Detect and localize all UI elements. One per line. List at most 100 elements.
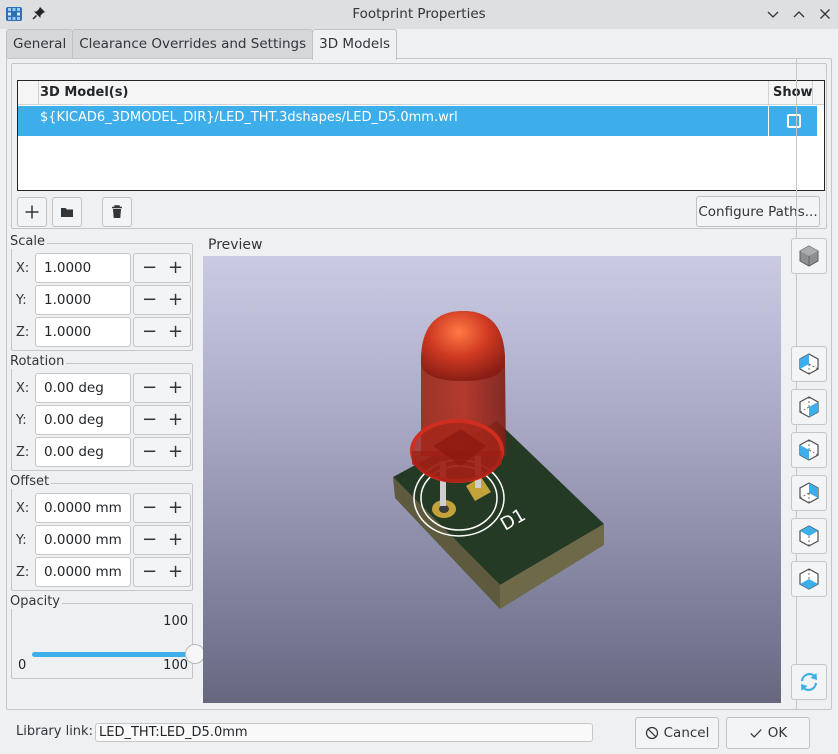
increment-button[interactable]: + — [168, 289, 183, 311]
increment-button[interactable]: + — [168, 441, 183, 463]
pad-hole — [439, 505, 449, 513]
increment-button[interactable]: + — [168, 321, 183, 343]
folder-icon — [61, 208, 73, 217]
configure-paths-button[interactable]: Configure Paths... — [696, 196, 820, 227]
view-back-icon — [799, 482, 819, 504]
view-front-button[interactable] — [791, 432, 827, 468]
tab-bar: General Clearance Overrides and Settings… — [6, 29, 397, 60]
rotation-y-spinner: − + — [133, 405, 191, 435]
cancel-button[interactable]: Cancel — [635, 717, 719, 749]
column-header-show[interactable]: Show — [768, 81, 813, 105]
increment-button[interactable]: + — [168, 561, 183, 583]
delete-model-button[interactable] — [102, 197, 132, 227]
opacity-group: 100 0 100 — [11, 603, 205, 679]
library-link-field[interactable]: LED_THT:LED_D5.0mm — [95, 723, 593, 742]
trash-icon — [112, 205, 122, 218]
show-checkbox[interactable] — [787, 114, 801, 128]
rotation-x-input[interactable]: 0.00 deg — [35, 373, 131, 403]
offset-x-spinner: − + — [133, 493, 191, 523]
tab-general[interactable]: General — [6, 29, 74, 58]
scale-z-spinner: − + — [133, 317, 191, 347]
scale-y-input[interactable]: 1.0000 — [35, 285, 131, 315]
reload-icon — [800, 672, 818, 692]
scale-x-spinner: − + — [133, 253, 191, 283]
offset-z-label: Z: — [16, 565, 30, 580]
rotation-z-spinner: − + — [133, 437, 191, 467]
opacity-max-label: 100 — [163, 658, 188, 673]
title-bar: Footprint Properties — [0, 0, 838, 29]
increment-button[interactable]: + — [168, 497, 183, 519]
model-path-cell[interactable]: ${KICAD6_3DMODEL_DIR}/LED_THT.3dshapes/L… — [40, 110, 458, 125]
view-right-button[interactable] — [791, 389, 827, 425]
3d-preview-canvas[interactable]: D1 — [203, 256, 781, 703]
view-left-button[interactable] — [791, 346, 827, 382]
view-front-icon — [799, 439, 819, 461]
led-body — [410, 311, 506, 483]
reload-button[interactable] — [791, 664, 827, 700]
rotation-y-input[interactable]: 0.00 deg — [35, 405, 131, 435]
view-right-icon — [799, 396, 819, 418]
decrement-button[interactable]: − — [142, 321, 157, 343]
increment-button[interactable]: + — [168, 257, 183, 279]
scale-z-input[interactable]: 1.0000 — [35, 317, 131, 347]
preview-label: Preview — [208, 237, 263, 253]
table-row[interactable]: ${KICAD6_3DMODEL_DIR}/LED_THT.3dshapes/L… — [18, 106, 817, 136]
view-left-icon — [799, 353, 819, 375]
column-header-model[interactable]: 3D Model(s) — [40, 85, 128, 100]
view-top-button[interactable] — [791, 518, 827, 554]
cancel-label: Cancel — [663, 725, 710, 741]
decrement-button[interactable]: − — [142, 409, 157, 431]
scale-x-label: X: — [16, 261, 30, 276]
increment-button[interactable]: + — [168, 377, 183, 399]
toggle-bounding-box-button[interactable] — [791, 238, 827, 274]
rotation-y-label: Y: — [16, 413, 27, 428]
minimize-button[interactable] — [765, 6, 781, 22]
offset-x-input[interactable]: 0.0000 mm — [35, 493, 131, 523]
offset-label: Offset — [10, 474, 52, 489]
tab-clearance-overrides[interactable]: Clearance Overrides and Settings — [72, 29, 314, 58]
view-top-icon — [799, 525, 819, 547]
row-header-corner — [18, 81, 39, 105]
view-bottom-icon — [799, 568, 819, 590]
cancel-icon — [645, 726, 658, 740]
decrement-button[interactable]: − — [142, 377, 157, 399]
opacity-label: Opacity — [10, 594, 63, 609]
opacity-value: 100 — [163, 614, 188, 629]
view-bottom-button[interactable] — [791, 561, 827, 597]
ok-button[interactable]: OK — [726, 717, 810, 749]
show-cell — [768, 106, 817, 136]
tab-3d-models[interactable]: 3D Models — [312, 29, 397, 60]
offset-x-label: X: — [16, 501, 30, 516]
decrement-button[interactable]: − — [142, 441, 157, 463]
ok-label: OK — [767, 725, 788, 741]
scale-z-label: Z: — [16, 325, 30, 340]
rotation-x-label: X: — [16, 381, 30, 396]
decrement-button[interactable]: − — [142, 529, 157, 551]
browse-model-button[interactable] — [52, 197, 82, 227]
decrement-button[interactable]: − — [142, 289, 157, 311]
opacity-slider-handle[interactable] — [185, 644, 205, 664]
offset-y-input[interactable]: 0.0000 mm — [35, 525, 131, 555]
maximize-button[interactable] — [791, 6, 807, 22]
increment-button[interactable]: + — [168, 529, 183, 551]
close-button[interactable] — [817, 6, 833, 22]
decrement-button[interactable]: − — [142, 561, 157, 583]
scale-x-input[interactable]: 1.0000 — [35, 253, 131, 283]
opacity-slider-track[interactable] — [32, 652, 188, 657]
check-icon — [750, 729, 762, 738]
scale-y-spinner: − + — [133, 285, 191, 315]
add-model-button[interactable] — [17, 197, 47, 227]
led-3d-render: D1 — [393, 311, 604, 609]
decrement-button[interactable]: − — [142, 497, 157, 519]
scale-label: Scale — [10, 234, 47, 249]
3d-models-page: 3D Model(s) Show ${KICAD6_3DMODEL_DIR}/L… — [6, 58, 832, 710]
view-back-button[interactable] — [791, 475, 827, 511]
rotation-z-input[interactable]: 0.00 deg — [35, 437, 131, 467]
view-toolbar-separator — [796, 59, 797, 709]
plus-icon — [25, 205, 39, 219]
increment-button[interactable]: + — [168, 409, 183, 431]
offset-z-input[interactable]: 0.0000 mm — [35, 557, 131, 587]
table-header: 3D Model(s) Show — [18, 81, 824, 105]
toggle-3d-box-icon — [799, 245, 819, 267]
decrement-button[interactable]: − — [142, 257, 157, 279]
